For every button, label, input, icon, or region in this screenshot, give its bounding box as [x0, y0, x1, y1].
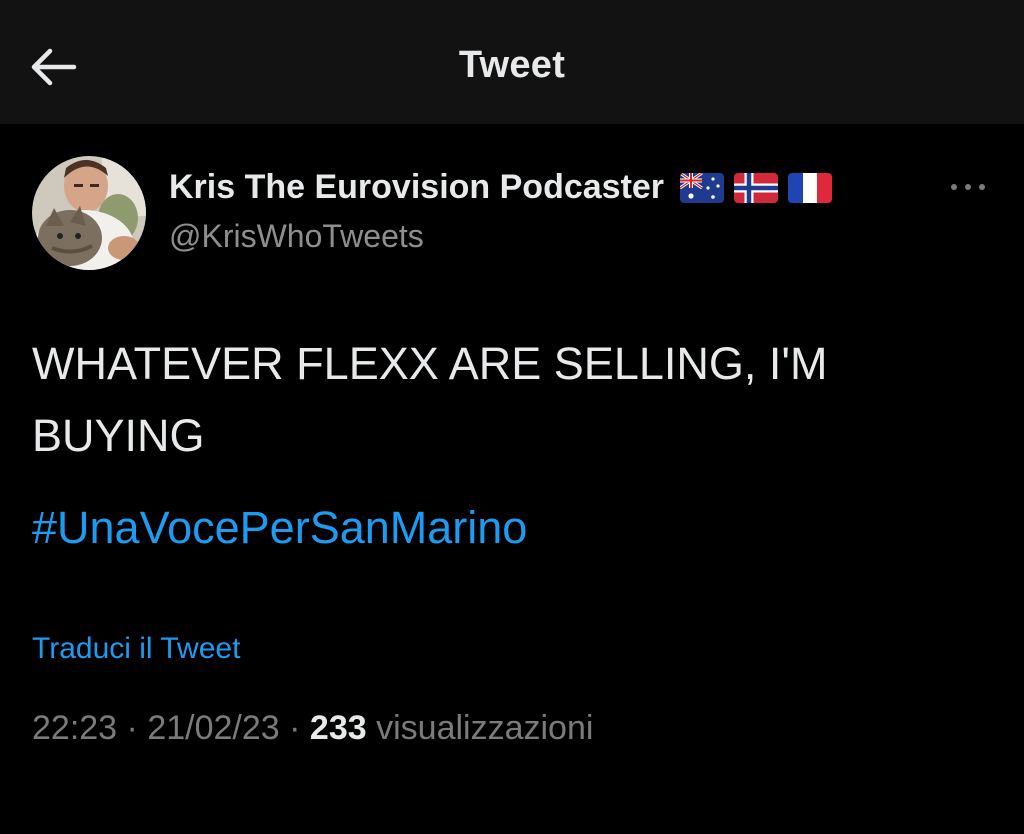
flag-france-icon [788, 172, 833, 203]
tweet-metadata: 22:23 · 21/02/23 · 233 visualizzazioni [32, 709, 593, 748]
flag-australia-icon [680, 172, 725, 203]
meta-separator: · [126, 709, 138, 747]
views-label: visualizzazioni [376, 709, 594, 747]
author-flags [680, 172, 842, 203]
author-display-name[interactable]: Kris The Eurovision Podcaster [169, 168, 664, 207]
flag-norway-icon [734, 172, 779, 203]
translate-tweet-link[interactable]: Traduci il Tweet [32, 632, 240, 666]
tweet-date[interactable]: 21/02/23 [147, 709, 279, 747]
author-name-row: Kris The Eurovision Podcaster [169, 168, 842, 207]
meta-separator: · [289, 709, 301, 747]
tweet-time[interactable]: 22:23 [32, 709, 117, 747]
avatar[interactable] [32, 156, 146, 270]
page-title: Tweet [458, 44, 566, 86]
more-horizontal-icon [951, 184, 985, 190]
author-handle[interactable]: @KrisWhoTweets [169, 218, 424, 255]
views-count[interactable]: 233 [310, 709, 367, 747]
more-options-button[interactable] [944, 172, 992, 202]
tweet-text: WHATEVER FLEXX ARE SELLING, I'M BUYING [32, 338, 828, 461]
hashtag-link[interactable]: #UnaVocePerSanMarino [32, 502, 527, 554]
top-bar: Tweet [0, 0, 1024, 124]
